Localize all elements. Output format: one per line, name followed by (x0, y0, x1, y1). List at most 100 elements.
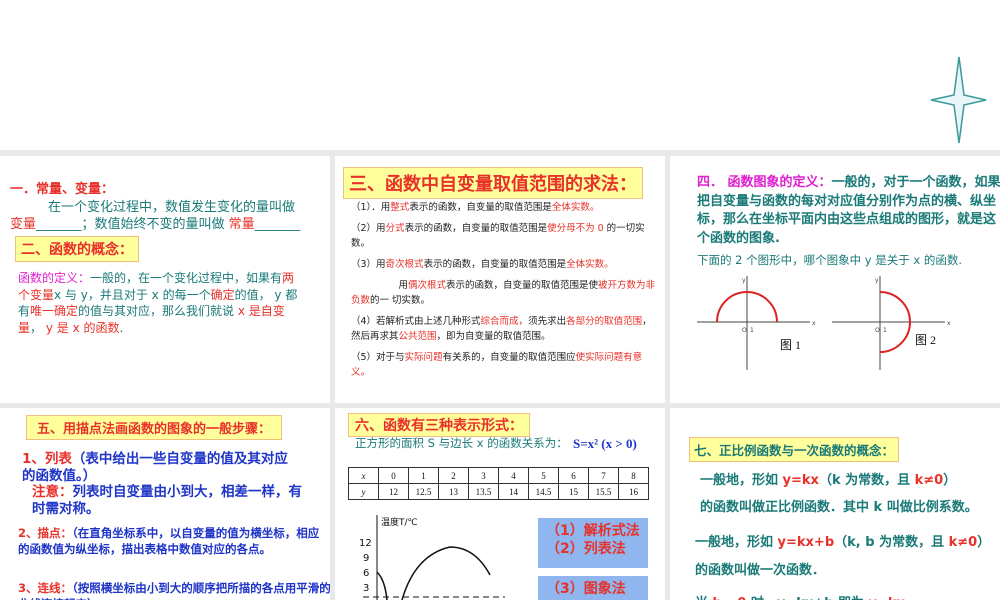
origin-label: O (742, 327, 747, 334)
x-row: x012345678 (348, 467, 649, 484)
text-run: 列表时自变量由小到大，相差一样，有时需对称。 (32, 484, 302, 517)
domain-header: 三、函数中自变量取值范围的求法： (343, 167, 643, 199)
table-cell: 8 (618, 467, 649, 484)
text-run: 整式 (390, 202, 410, 213)
text-run: 奇次根式 (385, 259, 424, 270)
text-run: y 是 x 的函数 (45, 320, 120, 335)
text-run: 唯一确定 (30, 304, 79, 318)
linear-def: 一般地，形如 y=kx+b（k, b 为常数，且 k≠0） (695, 531, 990, 550)
y-tick: 6 (363, 568, 369, 579)
y-tick: 12 (359, 538, 372, 549)
text-run: 函数的定义： (18, 271, 91, 285)
text-run: 的值与其对应，那么我们就说 (78, 304, 238, 318)
table-cell: 0 (378, 467, 409, 484)
table-cell: 14.5 (528, 483, 559, 500)
text-run: 3、连线： (18, 581, 73, 595)
text-run: 全体实数。 (551, 202, 600, 213)
method-box: （1）解析式法 （2）列表法 (538, 518, 648, 568)
text-run: 当 (695, 596, 713, 600)
text-run: 常量 (228, 217, 255, 232)
y-axis-label: y (875, 277, 879, 284)
origin-label: O (875, 327, 880, 334)
slide-plotting-steps: 五、用描点法画函数的图象的一般步骤： 1、列表（表中给出一些自变量的值及其对应的… (0, 408, 330, 600)
text-run: 有关系的，自变量的取值范围应 (442, 352, 576, 363)
slide-representations: 六、函数有三种表示形式： 正方形的面积 S 与边长 x 的函数关系为： S=x²… (335, 408, 665, 600)
step-2: 2、描点：（在直角坐标系中，以自变量的值为横坐标，相应的函数值为纵坐标，描出表格… (18, 525, 328, 557)
text-run: 偶次根式 (408, 280, 447, 291)
text-run: y=kx+b (777, 535, 835, 550)
text-run: 四． 函数图象的定义： (697, 175, 832, 190)
text-run: 综合而成， (480, 316, 529, 327)
text-run: _______ (254, 217, 301, 232)
x-axis-label: x (947, 320, 951, 327)
text-run: k≠0 (948, 535, 978, 550)
table-cell: 1 (408, 467, 439, 484)
text-run: 公共范围 (398, 331, 437, 342)
table-cell: 15 (558, 483, 589, 500)
table-cell: 4 (498, 467, 529, 484)
text-run: 注意： (32, 484, 73, 500)
x-axis-label: x (812, 320, 816, 327)
table-cell: 12.5 (408, 483, 439, 500)
text-run: 用 (351, 280, 409, 291)
proportional-def-2: 的函数叫做正比例函数．其中 k 叫做比例系数。 (700, 496, 978, 515)
intro-text: 正方形的面积 S 与边长 x 的函数关系为： (355, 436, 568, 450)
text-line: 变量_______；数值始终不变的量叫做 常量_______ (10, 213, 300, 232)
text-run: 一般的，在一个变化过程中，如果有 (90, 271, 283, 285)
table-cell: 5 (528, 467, 559, 484)
text-run: 的函数叫做正比例函数．其中 k 叫做比例系数。 (700, 500, 978, 515)
text-run: 分式 (385, 223, 405, 234)
table-cell: 12 (378, 483, 409, 500)
method-graph: （3）图象法 (538, 576, 648, 600)
slide-function-graph-def: 四． 函数图象的定义：一般的，对于一个函数，如果把自变量与函数的每对对应值分别作… (670, 156, 1000, 403)
text-run: 全体实数。 (566, 259, 614, 270)
slide-linear-functions: 七、正比例函数与一次函数的概念： 一般地，形如 y=kx（k 为常数，且 k≠0… (670, 408, 1000, 600)
text-run: y=kx (782, 473, 819, 488)
text-run: b =0 (713, 596, 747, 600)
text-run: x 与 y，并且对于 x 的每一个 (54, 287, 211, 302)
step-3: 3、连线：（按照横坐标由小到大的顺序把所描的各点用平滑的曲线连接起来） (18, 580, 330, 600)
text-run: 时，y=kx+b 即为 (746, 596, 868, 600)
text-run: y=kx (869, 596, 905, 600)
text-run: （5）对于与 (351, 352, 405, 363)
text-run: 一．常量、变量： (10, 182, 115, 197)
y-axis-label: 温度T/℃ (381, 516, 418, 528)
figures: O 1 x y 图 1 O 1 x y 图 2 (697, 276, 951, 370)
steps-header: 五、用描点法画函数的图象的一般步骤： (26, 415, 283, 440)
table-cell: 7 (588, 467, 619, 484)
method-table: （2）列表法 (546, 541, 626, 557)
text-run: ， (30, 320, 46, 335)
text-run: 确定 (210, 287, 235, 302)
text-run: _______；数值始终不变的量叫做 (36, 217, 229, 232)
text-run: （3）用 (351, 259, 386, 270)
text-run: 的一 切实数。 (370, 295, 431, 306)
y-tick: 9 (363, 553, 369, 564)
rule-item: （4）若解析式由上述几种形式综合而成，须先求出各部分的取值范围，然后再求其公共范… (351, 314, 661, 344)
text-run: （k, b 为常数，且 (834, 535, 949, 550)
table-cell: 14 (498, 483, 529, 500)
rule-item: （2）用分式表示的函数，自变量的取值范围是使分母不为 0 的一切实数。 (351, 221, 661, 251)
rule-item: 用偶次根式表示的函数，自变量的取值范围是使被开方数为非负数的一 切实数。 (351, 278, 661, 308)
slide-constants-variables: 一．常量、变量： 在一个变化过程中，数值发生变化的量叫做 变量_______；数… (0, 156, 330, 403)
rule-item: （3）用奇次根式表示的函数，自变量的取值范围是全体实数。 (351, 257, 661, 272)
text-run: 1、列表 (22, 451, 72, 467)
text-run: 实际问题 (404, 352, 443, 363)
table-cell: 3 (468, 467, 499, 484)
y-header: y (348, 483, 379, 500)
title-area (0, 0, 1000, 150)
text-run: 表示的函数，自变量的取值范围是 (409, 202, 552, 213)
method-analytic: （1）解析式法 (546, 523, 640, 538)
table-cell: 13.5 (468, 483, 499, 500)
question-text: 下面的 2 个图形中，哪个图象中 y 是关于 x 的函数. (697, 253, 963, 267)
temperature-curve (376, 546, 491, 600)
text-run: 一般地，形如 (695, 535, 778, 550)
text-run: （1）．用 (351, 202, 391, 213)
table-cell: 6 (558, 467, 589, 484)
text-run: 表示的函数，自变量的取值范围是 (423, 259, 567, 270)
temperature-graph: 温度T/℃ 12 9 6 3 (359, 515, 505, 600)
x-header: x (348, 467, 379, 484)
table-cell: 16 (618, 483, 649, 500)
rule-item: （5）对于与实际问题有关系的，自变量的取值范围应使实际问题有意义。 (351, 350, 661, 380)
table-cell: 2 (438, 467, 469, 484)
y-tick: 3 (363, 583, 369, 594)
